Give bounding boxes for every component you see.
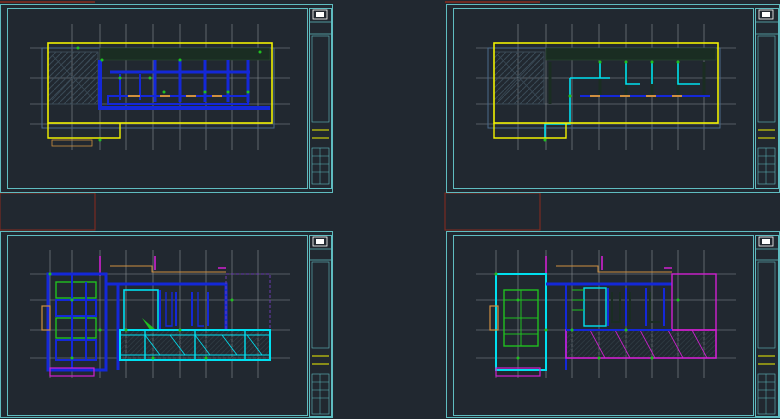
sheet-top-right[interactable] (446, 4, 780, 193)
stamp-icon (312, 9, 328, 20)
title-block (755, 8, 779, 189)
layout-tab-markers (0, 1, 541, 231)
stamp-icon (758, 9, 774, 20)
title-block (309, 235, 332, 417)
stamp-icon (312, 236, 328, 247)
stamp-icon (758, 236, 774, 247)
title-block (309, 8, 332, 189)
sheet-top-left[interactable] (0, 4, 333, 193)
title-block (755, 235, 779, 417)
sheet-bottom-left[interactable] (0, 231, 333, 418)
drawing-canvas[interactable] (0, 0, 780, 419)
sheet-bottom-right[interactable] (446, 231, 780, 418)
floor-plan (41, 42, 275, 147)
cad-model-viewport[interactable] (0, 0, 780, 419)
floor-plan (487, 42, 721, 142)
